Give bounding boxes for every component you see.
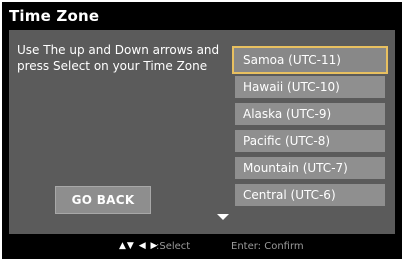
scroll-down-icon[interactable] — [217, 214, 229, 220]
arrow-keys-icon: ▲▼ ◀ ▶ — [119, 241, 159, 251]
time-zone-option-mountain[interactable]: Mountain (UTC-7) — [235, 157, 385, 179]
time-zone-screen: Time Zone Use The up and Down arrows and… — [2, 2, 402, 259]
content-panel: Use The up and Down arrows and press Sel… — [9, 30, 395, 234]
page-title: Time Zone — [2, 2, 402, 30]
footer-hint-bar: ▲▼ ◀ ▶ :Select Enter: Confirm — [2, 234, 402, 259]
time-zone-option-samoa[interactable]: Samoa (UTC-11) — [232, 46, 388, 74]
confirm-hint: Enter: Confirm — [231, 241, 304, 252]
time-zone-option-hawaii[interactable]: Hawaii (UTC-10) — [235, 76, 385, 98]
instruction-text: Use The up and Down arrows and press Sel… — [17, 43, 220, 73]
go-back-button[interactable]: GO BACK — [55, 186, 151, 214]
time-zone-option-alaska[interactable]: Alaska (UTC-9) — [235, 103, 385, 125]
time-zone-option-pacific[interactable]: Pacific (UTC-8) — [235, 130, 385, 152]
time-zone-option-central[interactable]: Central (UTC-6) — [235, 184, 385, 206]
select-hint: :Select — [156, 241, 191, 252]
